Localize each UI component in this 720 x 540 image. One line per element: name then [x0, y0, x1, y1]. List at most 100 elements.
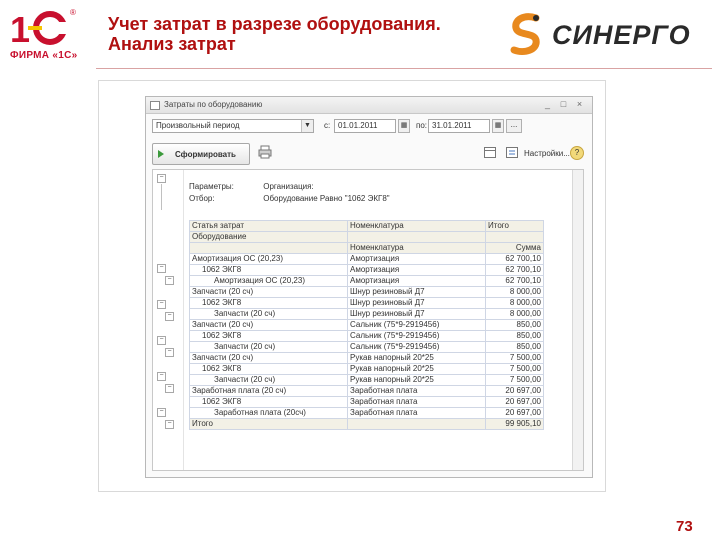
slide-title-line2: Анализ затрат	[108, 34, 236, 54]
header-row: Номенклатура Сумма	[189, 242, 544, 254]
period-mode-value: Произвольный период	[156, 121, 240, 130]
nomenclature-cell: Амортизация	[347, 264, 486, 276]
table-row[interactable]: 1062 ЭКГ8 Заработная плата 20 697,00	[189, 396, 544, 408]
logo-sinergo: СИНЕРГО	[506, 10, 712, 58]
table-row[interactable]: 1062 ЭКГ8 Шнур резиновый Д7 8 000,00	[189, 297, 544, 309]
play-icon	[158, 150, 164, 158]
page-number: 73	[676, 518, 693, 535]
maximize-icon[interactable]: □	[558, 99, 569, 110]
table-row[interactable]: Заработная плата (20 сч) Заработная плата…	[189, 385, 544, 397]
amount-cell: 7 500,00	[485, 363, 544, 375]
cost-item-cell: 1062 ЭКГ8	[189, 264, 348, 276]
to-date-field[interactable]: 31.01.2011	[428, 119, 490, 133]
slide-title-line1: Учет затрат в разрезе оборудования.	[108, 14, 441, 34]
settings-link[interactable]: Настройки...	[524, 149, 570, 158]
nomenclature-cell: Шнур резиновый Д7	[347, 286, 486, 298]
report-window: Затраты по оборудованию _ □ × Произвольн…	[145, 96, 593, 478]
header-cell	[189, 242, 348, 254]
collapse-icon[interactable]: −	[165, 384, 174, 393]
table-row[interactable]: Запчасти (20 сч) Рукав напорный 20*25 7 50…	[189, 352, 544, 364]
header-cell: Номенклатура	[347, 242, 486, 254]
window-icon	[150, 101, 160, 110]
collapse-icon[interactable]: −	[165, 312, 174, 321]
table-row[interactable]: 1062 ЭКГ8 Сальник (75*9-2919456) 850,00	[189, 330, 544, 342]
from-date-value: 01.01.2011	[338, 121, 378, 130]
nomenclature-cell: Заработная плата	[347, 407, 486, 419]
total-value: 99 905,10	[485, 418, 544, 430]
nomenclature-cell: Рукав напорный 20*25	[347, 374, 486, 386]
grouping-gutter: − − − − − − − − − − −	[153, 170, 184, 470]
report-area[interactable]: − − − − − − − − − − − Параметры: Организ…	[152, 169, 584, 471]
table-row[interactable]: 1062 ЭКГ8 Рукав напорный 20*25 7 500,00	[189, 363, 544, 375]
close-icon[interactable]: ×	[574, 99, 585, 110]
header-divider	[96, 68, 712, 69]
collapse-icon[interactable]: −	[157, 372, 166, 381]
print-icon[interactable]	[258, 145, 272, 159]
from-date-field[interactable]: 01.01.2011	[334, 119, 396, 133]
window-titlebar[interactable]: Затраты по оборудованию _ □ ×	[146, 97, 592, 114]
slide-title: Учет затрат в разрезе оборудования. Анал…	[108, 14, 498, 54]
logo-1c-mark: 1	[10, 9, 70, 48]
header-cell: Сумма	[485, 242, 544, 254]
vertical-scrollbar[interactable]	[572, 170, 583, 470]
collapse-icon[interactable]: −	[157, 174, 166, 183]
minimize-icon[interactable]: _	[542, 99, 553, 110]
table-settings-icon[interactable]	[484, 147, 496, 158]
report-parameters: Параметры: Организация: Отбор: Оборудова…	[189, 182, 390, 206]
nomenclature-cell: Заработная плата	[347, 396, 486, 408]
collapse-icon[interactable]: −	[157, 300, 166, 309]
table-row[interactable]: Запчасти (20 сч) Шнур резиновый Д7 8 000,0…	[189, 286, 544, 298]
params-row: Параметры: Организация:	[189, 182, 390, 194]
period-mode-select[interactable]: Произвольный период ▼	[152, 119, 314, 133]
cost-item-cell: 1062 ЭКГ8	[189, 396, 348, 408]
to-label: по:	[416, 121, 428, 130]
collapse-icon[interactable]: −	[165, 420, 174, 429]
to-date-value: 31.01.2011	[432, 121, 472, 130]
amount-cell: 850,00	[485, 330, 544, 342]
period-select-button[interactable]: ...	[506, 119, 522, 133]
table-row[interactable]: Запчасти (20 сч) Сальник (75*9-2919456) 85…	[189, 341, 544, 353]
calendar-icon[interactable]: ▦	[398, 119, 410, 133]
sinergo-mark-icon	[510, 13, 540, 56]
period-row: Произвольный период ▼ с: 01.01.2011 ▦ по…	[152, 119, 588, 133]
filter-value: Оборудование Равно "1062 ЭКГ8"	[263, 194, 390, 203]
nomenclature-cell: Сальник (75*9-2919456)	[347, 341, 486, 353]
nomenclature-cell: Амортизация	[347, 253, 486, 265]
nomenclature-cell: Заработная плата	[347, 385, 486, 397]
filter-row: Отбор: Оборудование Равно "1062 ЭКГ8"	[189, 194, 390, 206]
table-row[interactable]: Запчасти (20 сч) Сальник (75*9-2919456) 85…	[189, 319, 544, 331]
amount-cell: 20 697,00	[485, 385, 544, 397]
svg-text:1: 1	[10, 9, 30, 48]
header-row: Оборудование	[189, 231, 544, 243]
table-row[interactable]: Запчасти (20 сч) Шнур резиновый Д7 8 000,0…	[189, 308, 544, 320]
table-row[interactable]: Запчасти (20 сч) Рукав напорный 20*25 7 50…	[189, 374, 544, 386]
cost-item-cell: Запчасти (20 сч)	[189, 341, 348, 353]
calendar-icon[interactable]: ▦	[492, 119, 504, 133]
table-row[interactable]: Амортизация ОС (20,23) Амортизация 62 700,…	[189, 275, 544, 287]
filter-label: Отбор:	[189, 194, 215, 203]
header-cell: Номенклатура	[347, 220, 486, 232]
table-row[interactable]: Амортизация ОС (20,23) Амортизация 62 700,…	[189, 253, 544, 265]
header-row: Статья затрат Номенклатура Итого	[189, 220, 544, 232]
report-toolbar: Сформировать Настройки... ?	[152, 143, 588, 165]
report-table: Статья затрат Номенклатура Итого Оборудо…	[189, 220, 544, 430]
cost-item-cell: Заработная плата (20 сч)	[189, 385, 348, 397]
from-label: с:	[324, 121, 331, 130]
generate-button[interactable]: Сформировать	[152, 143, 250, 165]
settings-icon[interactable]	[506, 147, 518, 158]
cost-item-cell: Заработная плата (20сч)	[189, 407, 348, 419]
table-row[interactable]: 1062 ЭКГ8 Амортизация 62 700,10	[189, 264, 544, 276]
collapse-icon[interactable]: −	[165, 276, 174, 285]
collapse-icon[interactable]: −	[165, 348, 174, 357]
table-row[interactable]: Заработная плата (20сч) Заработная плата 2…	[189, 407, 544, 419]
collapse-icon[interactable]: −	[157, 408, 166, 417]
group-line	[161, 184, 162, 210]
collapse-icon[interactable]: −	[157, 336, 166, 345]
chevron-down-icon[interactable]: ▼	[301, 120, 313, 132]
help-icon[interactable]: ?	[570, 146, 584, 160]
collapse-icon[interactable]: −	[157, 264, 166, 273]
total-empty	[347, 418, 486, 430]
amount-cell: 8 000,00	[485, 286, 544, 298]
amount-cell: 20 697,00	[485, 396, 544, 408]
amount-cell: 62 700,10	[485, 275, 544, 287]
